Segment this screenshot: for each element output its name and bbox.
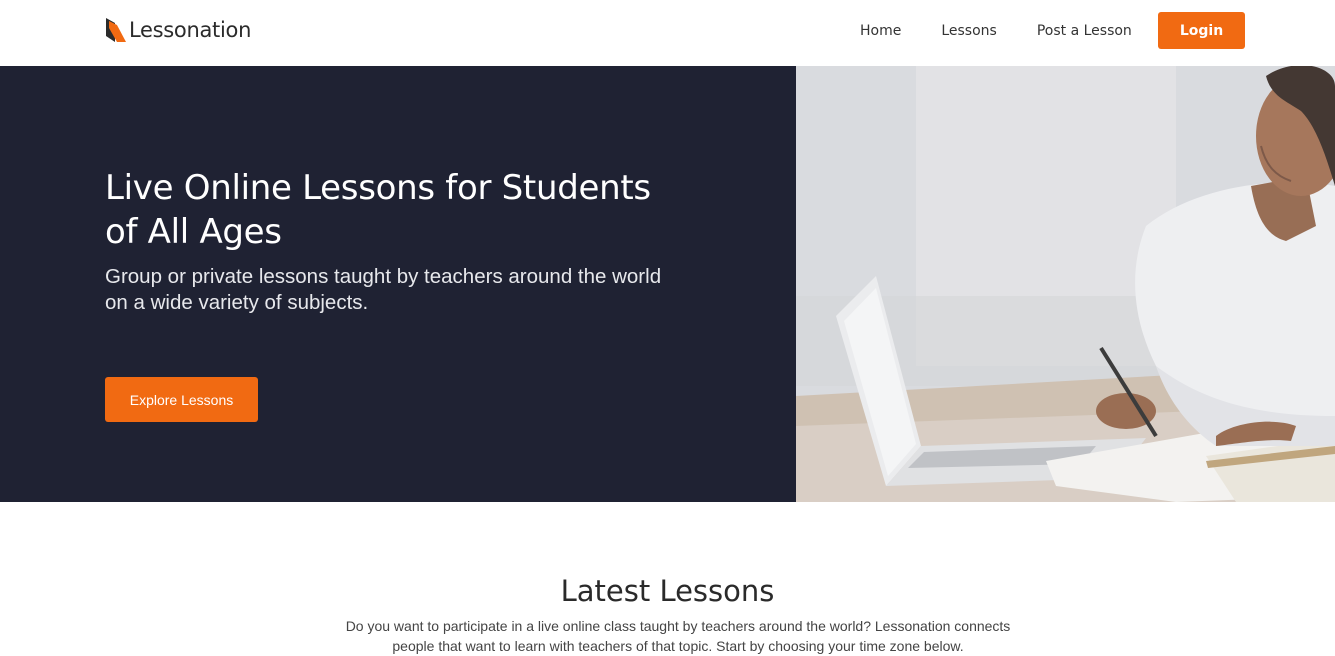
hero-student-photo <box>796 66 1335 502</box>
hero-section: Live Online Lessons for Students of All … <box>0 66 1335 502</box>
brand-logo[interactable]: Lessonation <box>104 16 251 44</box>
book-logo-icon <box>106 18 126 42</box>
site-header: Lessonation Home Lessons Post a Lesson L… <box>0 0 1335 66</box>
hero-subtitle: Group or private lessons taught by teach… <box>105 265 662 314</box>
brand-name: Lessonation <box>129 18 252 42</box>
hero-content-panel: Live Online Lessons for Students of All … <box>0 66 796 502</box>
latest-lessons-description: Do you want to participate in a live onl… <box>345 618 1011 654</box>
login-button[interactable]: Login <box>1158 12 1245 49</box>
explore-lessons-button[interactable]: Explore Lessons <box>105 377 258 422</box>
nav-post-lesson-link[interactable]: Post a Lesson <box>1037 21 1132 41</box>
nav-lessons-link[interactable]: Lessons <box>941 21 997 41</box>
hero-title: Live Online Lessons for Students of All … <box>105 168 651 252</box>
nav-home-link[interactable]: Home <box>860 21 901 41</box>
student-with-laptop-illustration <box>796 66 1335 502</box>
main-nav: Home Lessons Post a Lesson <box>840 0 1172 62</box>
latest-lessons-title: Latest Lessons <box>560 574 775 608</box>
